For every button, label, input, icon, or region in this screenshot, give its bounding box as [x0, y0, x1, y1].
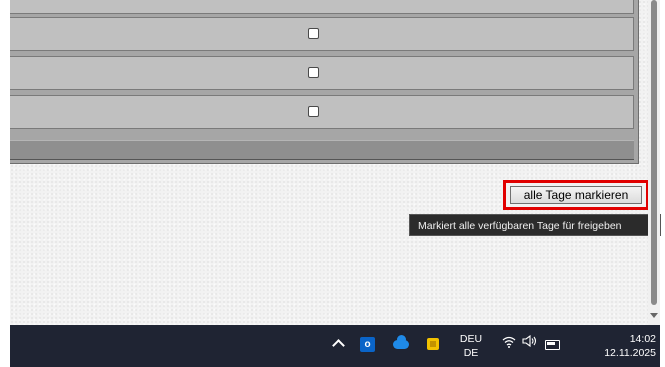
- table-row: [10, 95, 634, 129]
- scrollbar-thumb[interactable]: [651, 0, 657, 305]
- chevron-up-icon[interactable]: [332, 339, 345, 352]
- language-indicator[interactable]: DEU DE: [456, 332, 486, 360]
- table-row: [10, 17, 634, 51]
- onedrive-cloud-icon[interactable]: [393, 335, 409, 349]
- battery-icon[interactable]: [545, 340, 560, 350]
- clock[interactable]: 14:02 12.11.2025: [578, 332, 656, 360]
- language-secondary: DE: [463, 347, 479, 359]
- day-checkbox[interactable]: [308, 67, 319, 78]
- day-table: [10, 0, 639, 164]
- language-primary: DEU: [459, 333, 483, 345]
- wifi-icon[interactable]: [502, 335, 516, 351]
- table-row: [10, 0, 634, 14]
- vertical-scrollbar[interactable]: [648, 0, 660, 325]
- taskbar: o DEU DE 14:02 12.11.2025: [10, 325, 660, 367]
- day-checkbox[interactable]: [308, 106, 319, 117]
- mark-all-days-button[interactable]: alle Tage markieren: [510, 186, 642, 204]
- chip-icon[interactable]: [427, 338, 439, 350]
- app-window: alle Tage markieren: [10, 0, 648, 325]
- clock-time: 14:02: [629, 333, 656, 345]
- scroll-down-icon[interactable]: [650, 313, 658, 318]
- outlook-icon[interactable]: o: [360, 337, 375, 352]
- day-checkbox[interactable]: [308, 28, 319, 39]
- clock-date: 12.11.2025: [604, 347, 656, 359]
- highlight-frame: alle Tage markieren: [503, 180, 648, 210]
- table-footer: [10, 140, 634, 160]
- speaker-icon[interactable]: [522, 334, 538, 350]
- mark-all-tooltip: Markiert alle verfügbaren Tage für freig…: [409, 214, 661, 236]
- table-row: [10, 56, 634, 90]
